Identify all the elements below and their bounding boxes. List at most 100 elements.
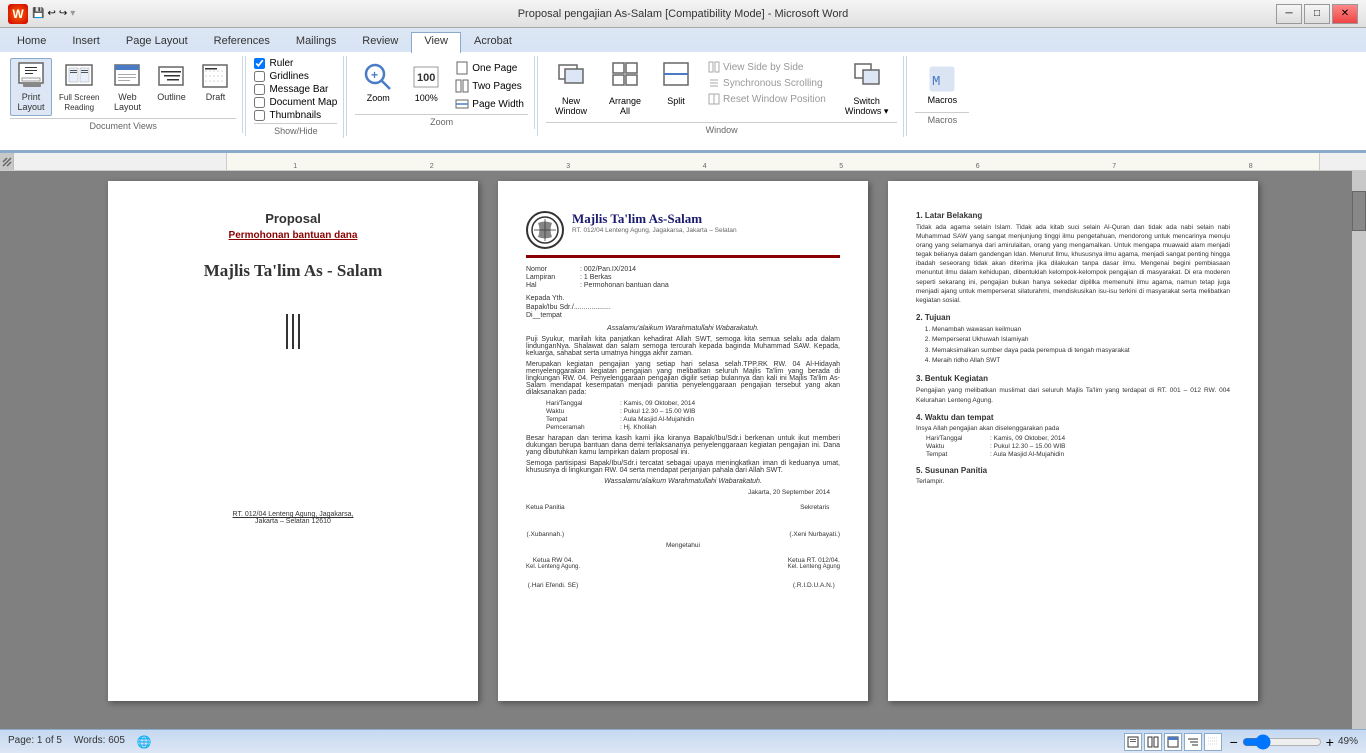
section-5-content: Terlampir. [916,478,1230,485]
tujuan-3: Memaksimalkan sumber daya pada perempua … [932,346,1230,356]
section-4-details: Hari/Tanggal : Kamis, 09 Oktober, 2014 W… [926,435,1230,458]
section-2-list: Menambah wawasan keilmuan Memperserat Uk… [932,325,1230,367]
zoom-in-button[interactable]: + [1326,734,1334,750]
show-hide-content: Ruler Gridlines Message Bar Document Map [254,58,337,121]
group-zoom: + Zoom 100 100% [349,56,535,129]
zoom-button[interactable]: + Zoom [355,58,401,106]
split-label: Split [667,96,685,106]
event-pemceramah: Pemceramah : Hj. Kholilah [546,424,840,431]
tab-insert[interactable]: Insert [59,32,113,52]
gridlines-checkbox[interactable] [254,71,265,82]
scrollbar-thumb[interactable] [1352,191,1366,231]
office-logo[interactable]: W [8,4,28,24]
synchronous-scrolling-button[interactable]: Synchronous Scrolling [704,76,830,90]
lampiran-row: Lampiran : 1 Berkas [526,274,840,281]
zoom-100-button[interactable]: 100 100% [403,58,449,106]
tab-home[interactable]: Home [4,32,59,52]
svg-text:+: + [371,68,378,82]
ruler-checkbox[interactable] [254,58,265,69]
section-3-heading: 3. Bentuk Kegiatan [916,374,1230,383]
group-zoom-label: Zoom [355,114,528,127]
outline-button[interactable]: Outline [150,58,192,106]
event-waktu-key: Waktu [546,408,616,415]
switch-windows-button[interactable]: SwitchWindows ▾ [836,58,898,120]
split-button[interactable]: Split [654,58,698,109]
one-page-button[interactable]: One Page [451,60,528,76]
tab-references[interactable]: References [201,32,283,52]
two-pages-button[interactable]: Two Pages [451,78,528,94]
view-side-by-side-button[interactable]: View Side by Side [704,60,830,74]
reset-window-position-button[interactable]: Reset Window Position [704,92,830,106]
arrange-all-button[interactable]: ArrangeAll [600,58,650,119]
document-views-content: PrintLayout [10,58,236,116]
message-bar-checkbox[interactable] [254,84,265,95]
document-map-checkbox-item[interactable]: Document Map [254,97,337,108]
outline-label: Outline [157,93,186,103]
thumbnails-checkbox-item[interactable]: Thumbnails [254,110,337,121]
print-layout-button[interactable]: PrintLayout [10,58,52,116]
window-main-btns: NewWindow ArrangeAll [546,58,698,119]
s4-tempat: Tempat : Aula Masjid Al-Mujahidin [926,451,1230,458]
ruler-content: 1 2 3 4 5 6 7 8 [36,153,1350,170]
ruler-mark-5: 5 [839,163,843,170]
ruler-label: Ruler [269,58,293,69]
separator-3 [537,56,538,136]
zoom-slider-input[interactable] [1242,734,1322,750]
new-window-button[interactable]: NewWindow [546,58,596,119]
letter-body2: Merupakan kegiatan pengajian yang setiap… [526,361,840,396]
status-print-layout-btn[interactable] [1124,733,1142,751]
draft-button[interactable]: Draft [194,58,236,106]
scrollbar-track [1352,171,1366,729]
ribbon-content: PrintLayout [0,52,1366,152]
kel-label: Kel. Lenteng Agung. [526,564,580,570]
close-button[interactable]: ✕ [1332,4,1358,24]
hal-key: Hal [526,282,576,289]
letter-body3: Besar harapan dan terima kasih kami jika… [526,435,840,456]
section-3: 3. Bentuk Kegiatan Pengajian yang meliba… [916,374,1230,404]
letter-body4: Semoga partisipasi Bapak/Ibu/Sdr.i terca… [526,460,840,474]
web-layout-button[interactable]: WebLayout [106,58,148,116]
status-draft-btn[interactable] [1204,733,1222,751]
outline-icon [155,61,187,93]
switch-windows-label: SwitchWindows ▾ [845,96,889,117]
title-bar-left: W 💾 ↩ ↪ ▾ [8,4,75,24]
tab-mailings[interactable]: Mailings [283,32,349,52]
tab-page-layout[interactable]: Page Layout [113,32,201,52]
macros-button[interactable]: M Macros [915,58,969,110]
message-bar-checkbox-item[interactable]: Message Bar [254,84,337,95]
tujuan-1: Menambah wawasan keilmuan [932,325,1230,335]
event-waktu: Waktu : Pukul 12.30 – 15.00 WIB [546,408,840,415]
tab-view[interactable]: View [411,32,461,53]
name2: (.Xeni Nurbayati.) [789,531,840,538]
maximize-button[interactable]: □ [1304,4,1330,24]
full-screen-button[interactable]: Full ScreenReading [54,58,104,115]
status-full-screen-btn[interactable] [1144,733,1162,751]
gridlines-checkbox-item[interactable]: Gridlines [254,71,337,82]
lampiran-key: Lampiran [526,274,576,281]
letter-body1: Puji Syukur, marilah kita panjatkan keha… [526,336,840,357]
separator-2 [346,56,347,136]
nomor-key: Nomor [526,266,576,273]
thumbnails-checkbox[interactable] [254,110,265,121]
minimize-button[interactable]: ─ [1276,4,1302,24]
name3: (.Hari Efendi. SE) [526,582,580,589]
document-map-checkbox[interactable] [254,97,265,108]
ruler-checkbox-item[interactable]: Ruler [254,58,337,69]
page1-address2: Jakarta – Selatan 12610 [136,518,450,525]
s4-tempat-key: Tempat [926,451,986,458]
nomor-value: : 002/Pan.IX/2014 [580,266,636,273]
mengetahui-label: Mengetahui [526,542,840,549]
group-window: NewWindow ArrangeAll [540,56,904,137]
page-2: Majlis Ta'lim As-Salam RT. 012/04 Lenten… [498,181,868,701]
status-web-layout-btn[interactable] [1164,733,1182,751]
tab-review[interactable]: Review [349,32,411,52]
tab-acrobat[interactable]: Acrobat [461,32,525,52]
page-width-button[interactable]: Page Width [451,96,528,112]
web-layout-label: WebLayout [114,93,141,113]
letter-org-address: RT. 012/04 Lenteng Agung, Jagakarsa, Jak… [572,227,737,234]
zoom-out-button[interactable]: − [1230,734,1238,750]
status-outline-btn[interactable] [1184,733,1202,751]
page1-org-name: Majlis Ta'lim As - Salam [136,261,450,281]
ruler-corner [0,153,14,170]
ribbon-tabs: Home Insert Page Layout References Maili… [0,28,1366,52]
